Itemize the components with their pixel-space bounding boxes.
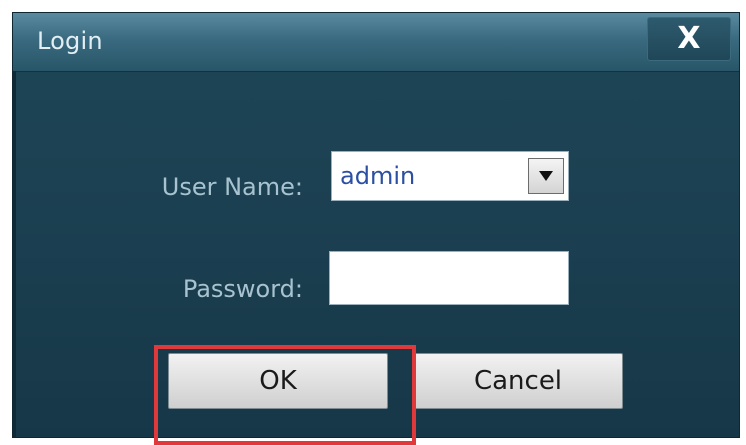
username-combobox[interactable]: admin xyxy=(331,151,569,201)
dialog-left-edge xyxy=(13,71,16,437)
dropdown-button[interactable] xyxy=(528,158,564,194)
dropdown-arrow-icon xyxy=(539,171,553,181)
close-icon: X xyxy=(677,21,701,56)
login-dialog: Login X User Name: admin Password: OK Ca… xyxy=(12,12,740,445)
cancel-button[interactable]: Cancel xyxy=(413,353,623,409)
dialog-title: Login xyxy=(37,27,103,55)
username-label: User Name: xyxy=(161,173,303,201)
username-value: admin xyxy=(340,162,416,190)
title-bar: Login X xyxy=(13,13,739,72)
close-button[interactable]: X xyxy=(647,17,731,61)
password-input[interactable] xyxy=(329,251,569,305)
ok-button[interactable]: OK xyxy=(168,353,388,409)
password-label: Password: xyxy=(182,275,303,303)
